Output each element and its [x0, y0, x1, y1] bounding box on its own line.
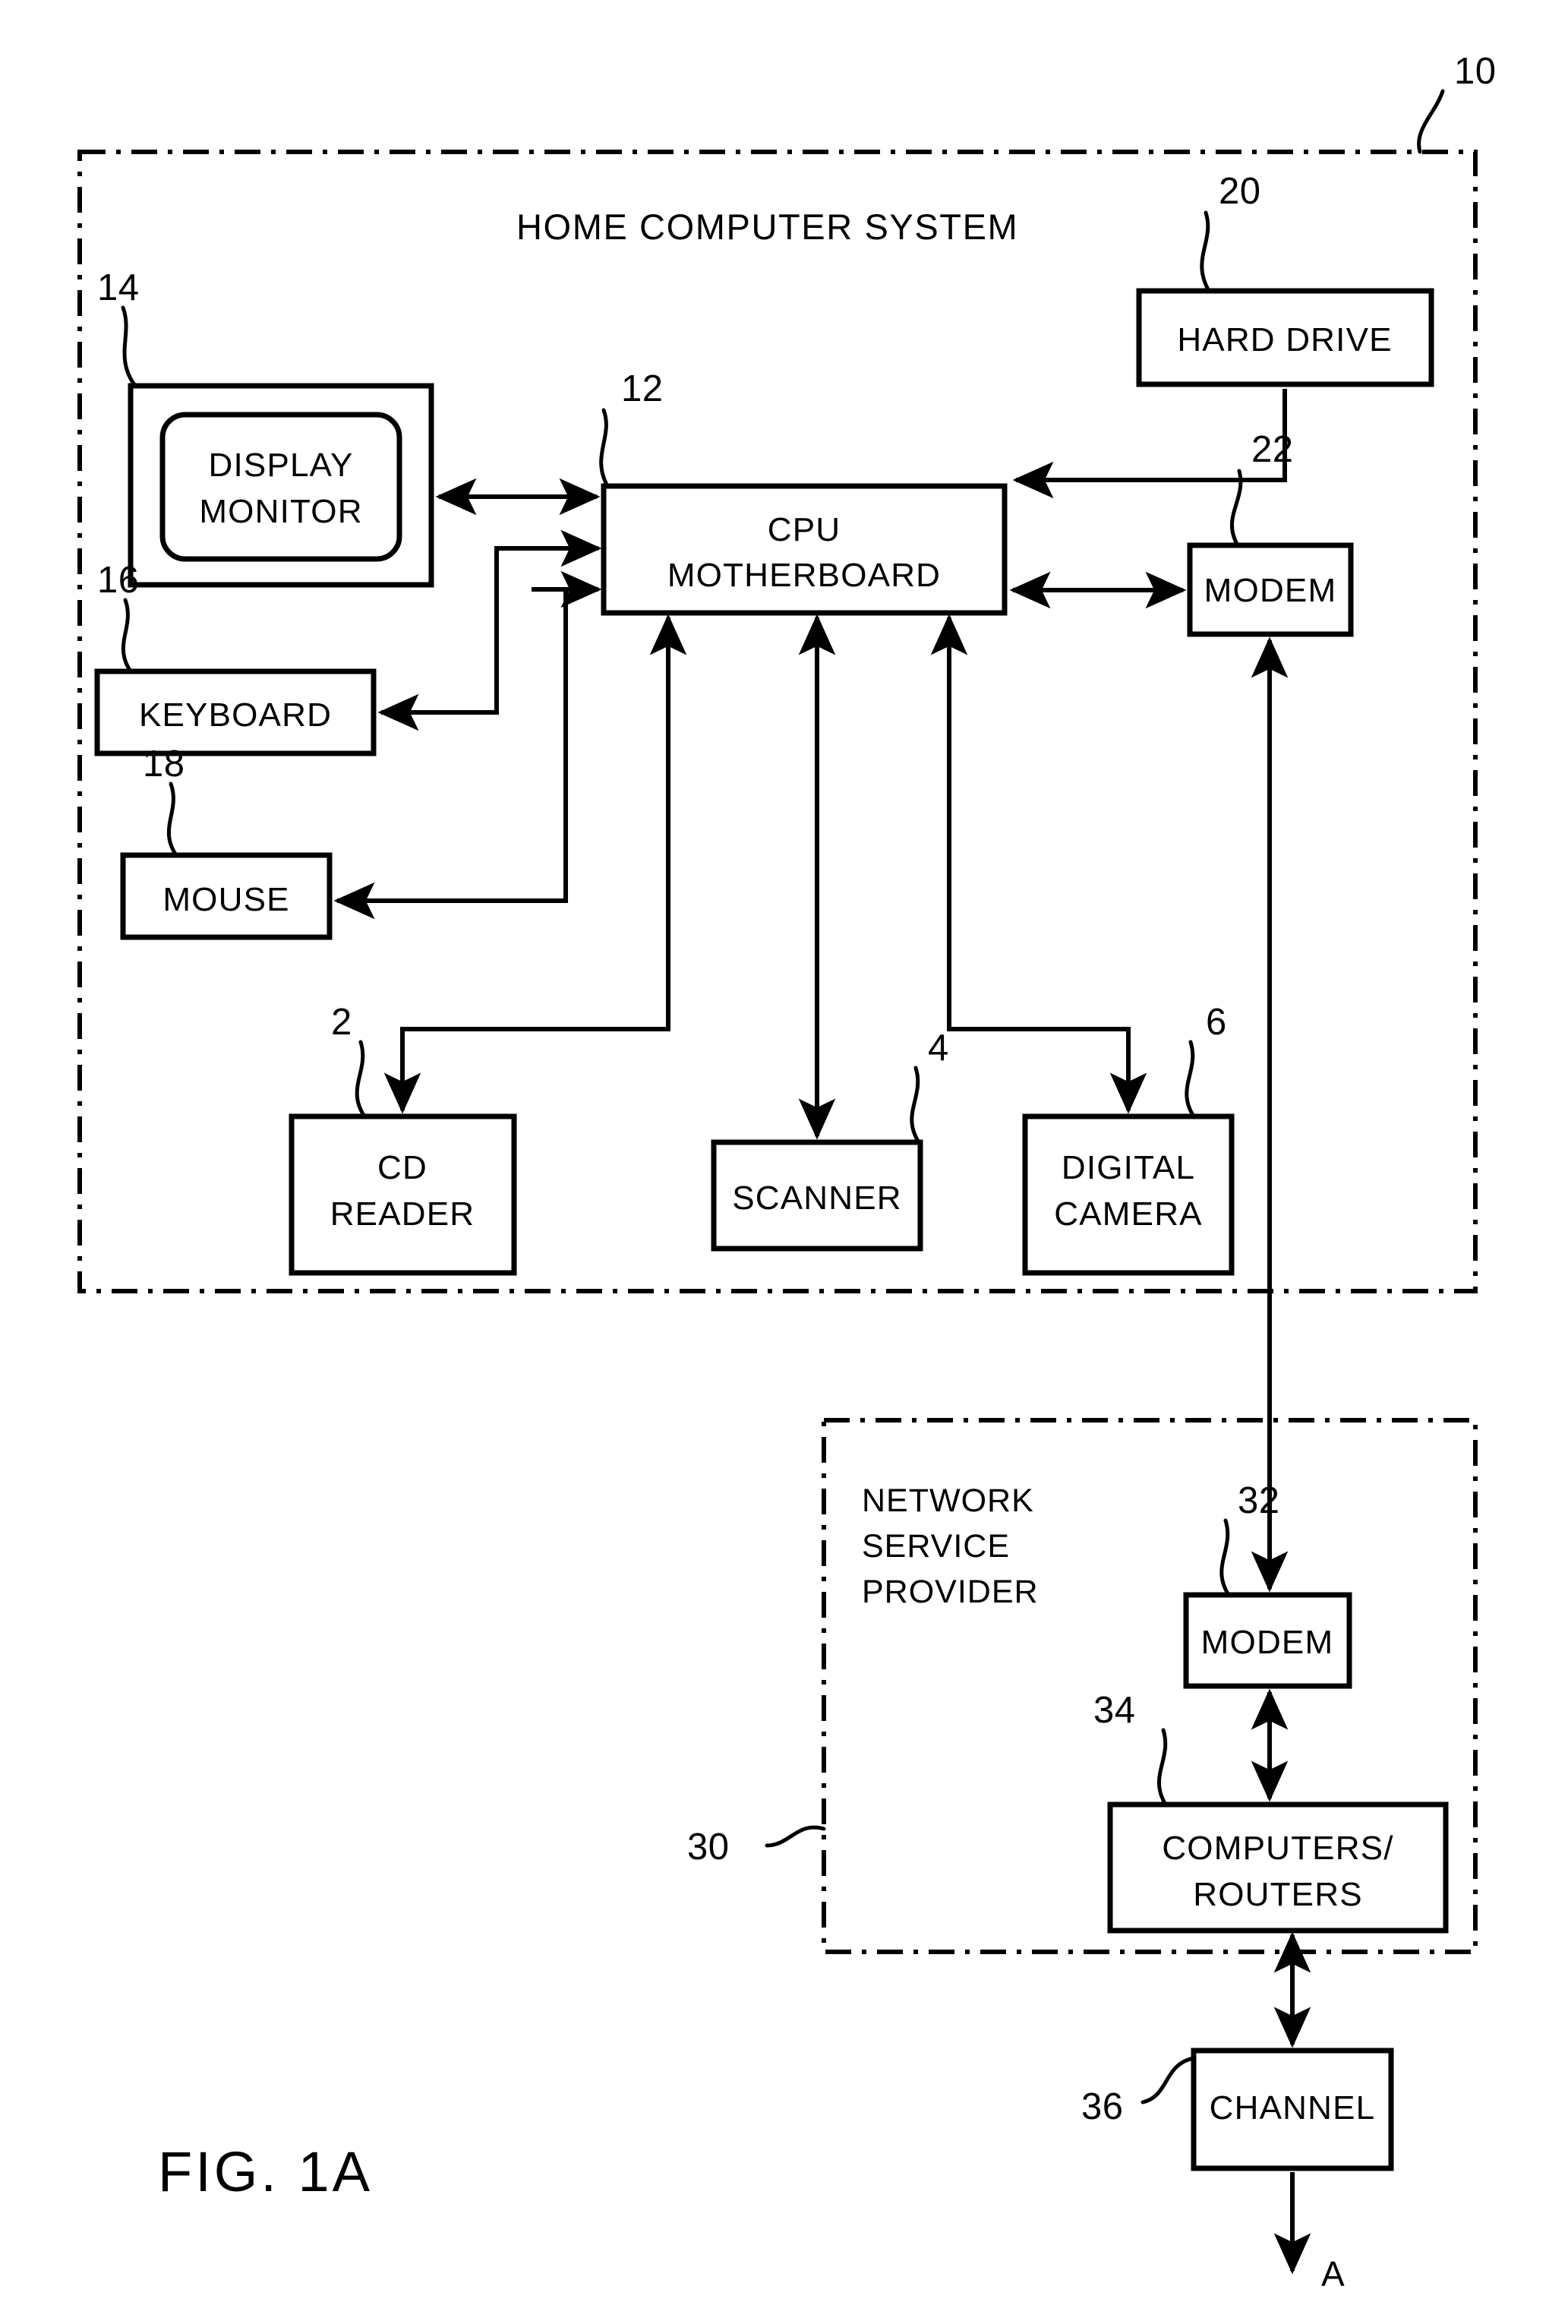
lead-line-20 — [1200, 210, 1211, 293]
modem-nsp-label: MODEM — [1201, 1624, 1334, 1661]
keyboard-label: KEYBOARD — [139, 696, 332, 734]
lead-line-14 — [121, 305, 137, 388]
nsp-title-line1: NETWORK — [862, 1482, 1034, 1519]
modem-home-label: MODEM — [1204, 572, 1337, 609]
computers-routers-label-line2: ROUTERS — [1193, 1876, 1363, 1913]
scanner-label: SCANNER — [732, 1179, 902, 1217]
channel-label: CHANNEL — [1210, 2089, 1376, 2127]
ref-16: 16 — [97, 560, 140, 601]
nsp-title-line3: PROVIDER — [862, 1574, 1039, 1610]
cd-reader-label-line1: CD — [377, 1149, 427, 1186]
display-monitor-label-line2: MONITOR — [199, 493, 362, 530]
ref-14: 14 — [97, 267, 140, 308]
lead-line-36 — [1141, 2056, 1196, 2105]
link-hard-drive-cpu — [1012, 389, 1287, 499]
hard-drive-label: HARD DRIVE — [1177, 321, 1392, 358]
ref-10: 10 — [1454, 51, 1497, 92]
ref-2: 2 — [331, 1002, 352, 1043]
digital-camera-box — [1022, 1113, 1235, 1276]
display-monitor-screen — [159, 412, 402, 562]
lead-line-6 — [1185, 1040, 1196, 1119]
lead-line-4 — [910, 1066, 921, 1145]
cd-reader-label-line2: READER — [330, 1195, 475, 1233]
digital-camera-label-line1: DIGITAL — [1062, 1149, 1195, 1186]
ref-4: 4 — [928, 1028, 949, 1069]
ref-32: 32 — [1238, 1480, 1280, 1521]
link-cpu-cd-reader — [383, 619, 670, 1114]
figure-caption: FIG. 1A — [158, 2140, 373, 2203]
lead-line-30 — [765, 1825, 826, 1848]
lead-line-18 — [166, 782, 178, 857]
ref-12: 12 — [621, 368, 664, 409]
ref-30: 30 — [687, 1827, 730, 1868]
cpu-motherboard-label-line2: MOTHERBOARD — [667, 557, 941, 594]
figure-canvas: 10 HOME COMPUTER SYSTEM 14 DISPLAY MONIT… — [77, 51, 1497, 2294]
ref-18: 18 — [143, 744, 185, 785]
lead-line-16 — [121, 598, 133, 674]
mouse-label: MOUSE — [162, 881, 289, 918]
nsp-title-line2: SERVICE — [862, 1528, 1010, 1565]
digital-camera-label-line2: CAMERA — [1054, 1195, 1202, 1233]
lead-line-12 — [599, 408, 610, 488]
patent-figure-page: 10 HOME COMPUTER SYSTEM 14 DISPLAY MONIT… — [0, 0, 1568, 2324]
cd-reader-box — [289, 1113, 517, 1276]
display-monitor-label-line1: DISPLAY — [209, 447, 354, 484]
lead-line-10 — [1417, 89, 1445, 154]
ref-20: 20 — [1219, 171, 1261, 212]
computers-routers-label-line1: COMPUTERS/ — [1162, 1830, 1393, 1867]
ref-34: 34 — [1093, 1690, 1136, 1731]
ref-6: 6 — [1206, 1002, 1227, 1043]
cpu-motherboard-label-line1: CPU — [768, 511, 841, 548]
ref-36: 36 — [1081, 2086, 1124, 2127]
link-cpu-digital-camera — [947, 619, 1147, 1114]
continuation-marker-a: A — [1321, 2254, 1345, 2294]
lead-line-2 — [355, 1040, 367, 1119]
lead-line-34 — [1157, 1728, 1168, 1807]
ref-22: 22 — [1251, 429, 1294, 470]
home-computer-system-title: HOME COMPUTER SYSTEM — [516, 207, 1018, 247]
lead-line-32 — [1219, 1518, 1231, 1597]
